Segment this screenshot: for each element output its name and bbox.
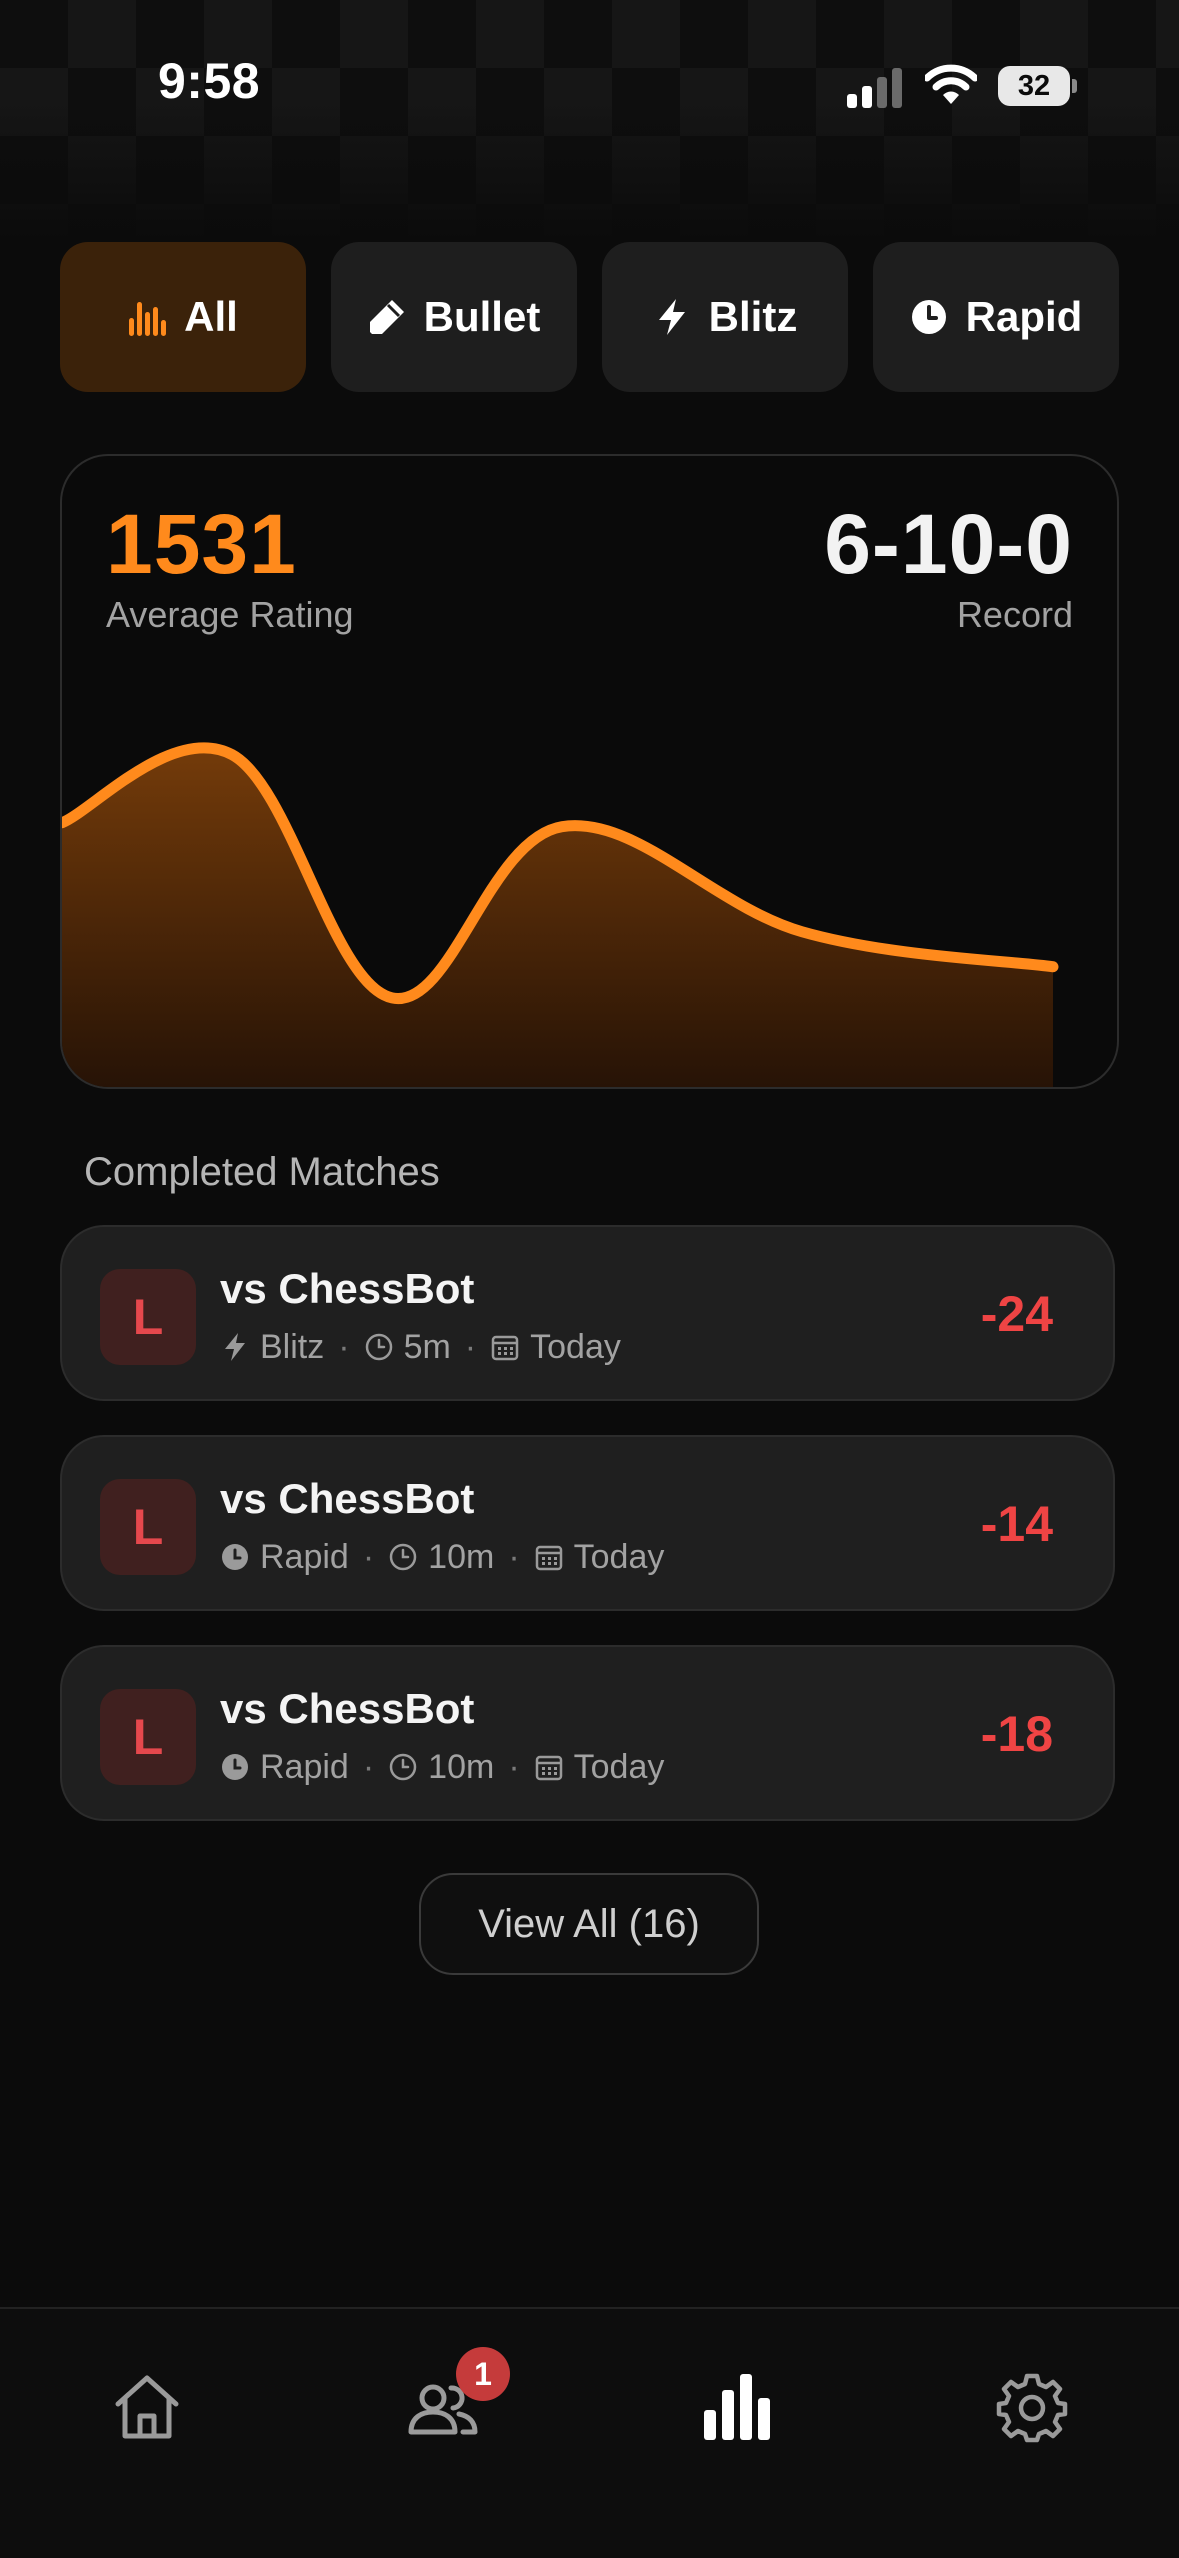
filter-tab-blitz[interactable]: Blitz bbox=[602, 242, 848, 392]
filter-tab-label: Blitz bbox=[709, 293, 798, 341]
average-rating-label: Average Rating bbox=[106, 594, 354, 636]
filter-tab-all[interactable]: All bbox=[60, 242, 306, 392]
result-badge: L bbox=[100, 1689, 196, 1785]
lightning-icon bbox=[220, 1332, 250, 1362]
calendar-icon bbox=[534, 1542, 564, 1572]
wifi-icon bbox=[925, 64, 977, 106]
clock-outline-icon bbox=[364, 1332, 394, 1362]
match-card[interactable]: L vs ChessBot Blitz · 5m · Today -24 bbox=[60, 1225, 1115, 1401]
result-badge: L bbox=[100, 1479, 196, 1575]
bar-chart-icon bbox=[128, 298, 166, 336]
record-label: Record bbox=[957, 594, 1073, 636]
tab-friends[interactable]: 1 bbox=[392, 2357, 492, 2457]
cellular-signal-icon bbox=[845, 68, 905, 108]
filter-tab-bullet[interactable]: Bullet bbox=[331, 242, 577, 392]
match-date: Today bbox=[574, 1748, 665, 1787]
average-rating-value: 1531 bbox=[106, 496, 297, 593]
rating-history-chart bbox=[62, 686, 1117, 1087]
tab-stats[interactable] bbox=[687, 2357, 787, 2457]
status-time: 9:58 bbox=[158, 52, 260, 110]
rating-change: -18 bbox=[981, 1705, 1053, 1763]
rating-change: -14 bbox=[981, 1495, 1053, 1553]
calendar-icon bbox=[490, 1332, 520, 1362]
match-meta: Rapid · 10m · Today bbox=[220, 1537, 664, 1577]
match-meta: Blitz · 5m · Today bbox=[220, 1327, 621, 1367]
match-card[interactable]: L vs ChessBot Rapid · 10m · Today -18 bbox=[60, 1645, 1115, 1821]
filter-tab-label: Rapid bbox=[966, 293, 1083, 341]
completed-matches-heading: Completed Matches bbox=[84, 1150, 440, 1195]
match-meta: Rapid · 10m · Today bbox=[220, 1747, 664, 1787]
status-bar: 9:58 32 bbox=[0, 0, 1179, 180]
tab-home[interactable] bbox=[97, 2357, 197, 2457]
calendar-icon bbox=[534, 1752, 564, 1782]
clock-icon bbox=[220, 1752, 250, 1782]
battery-level: 32 bbox=[998, 66, 1070, 106]
bottom-tab-bar: 1 bbox=[0, 2307, 1179, 2558]
match-date: Today bbox=[530, 1328, 621, 1367]
match-duration: 10m bbox=[428, 1748, 494, 1787]
match-opponent: vs ChessBot bbox=[220, 1685, 474, 1733]
record-value: 6-10-0 bbox=[824, 496, 1073, 593]
filter-tab-rapid[interactable]: Rapid bbox=[873, 242, 1119, 392]
match-opponent: vs ChessBot bbox=[220, 1265, 474, 1313]
game-mode-filter: All Bullet Blitz Rapid bbox=[60, 242, 1119, 392]
match-mode: Blitz bbox=[260, 1328, 324, 1367]
lightning-icon bbox=[653, 298, 691, 336]
match-date: Today bbox=[574, 1538, 665, 1577]
tab-settings[interactable] bbox=[982, 2357, 1082, 2457]
rating-change: -24 bbox=[981, 1285, 1053, 1343]
filter-tab-label: All bbox=[184, 293, 238, 341]
match-card[interactable]: L vs ChessBot Rapid · 10m · Today -14 bbox=[60, 1435, 1115, 1611]
result-badge: L bbox=[100, 1269, 196, 1365]
battery-icon: 32 bbox=[998, 66, 1076, 106]
home-icon bbox=[110, 2370, 184, 2444]
view-all-matches-button[interactable]: View All (16) bbox=[419, 1873, 759, 1975]
match-mode: Rapid bbox=[260, 1748, 349, 1787]
match-duration: 10m bbox=[428, 1538, 494, 1577]
clock-outline-icon bbox=[388, 1542, 418, 1572]
clock-outline-icon bbox=[388, 1752, 418, 1782]
match-mode: Rapid bbox=[260, 1538, 349, 1577]
filter-tab-label: Bullet bbox=[424, 293, 541, 341]
match-duration: 5m bbox=[404, 1328, 451, 1367]
clock-icon bbox=[910, 298, 948, 336]
chart-area-fill bbox=[62, 748, 1053, 1087]
notification-badge: 1 bbox=[456, 2347, 510, 2401]
clock-icon bbox=[220, 1542, 250, 1572]
bullet-icon bbox=[368, 298, 406, 336]
match-opponent: vs ChessBot bbox=[220, 1475, 474, 1523]
stats-icon bbox=[700, 2370, 774, 2444]
rating-summary-card: 1531 Average Rating 6-10-0 Record bbox=[60, 454, 1119, 1089]
settings-icon bbox=[995, 2370, 1069, 2444]
